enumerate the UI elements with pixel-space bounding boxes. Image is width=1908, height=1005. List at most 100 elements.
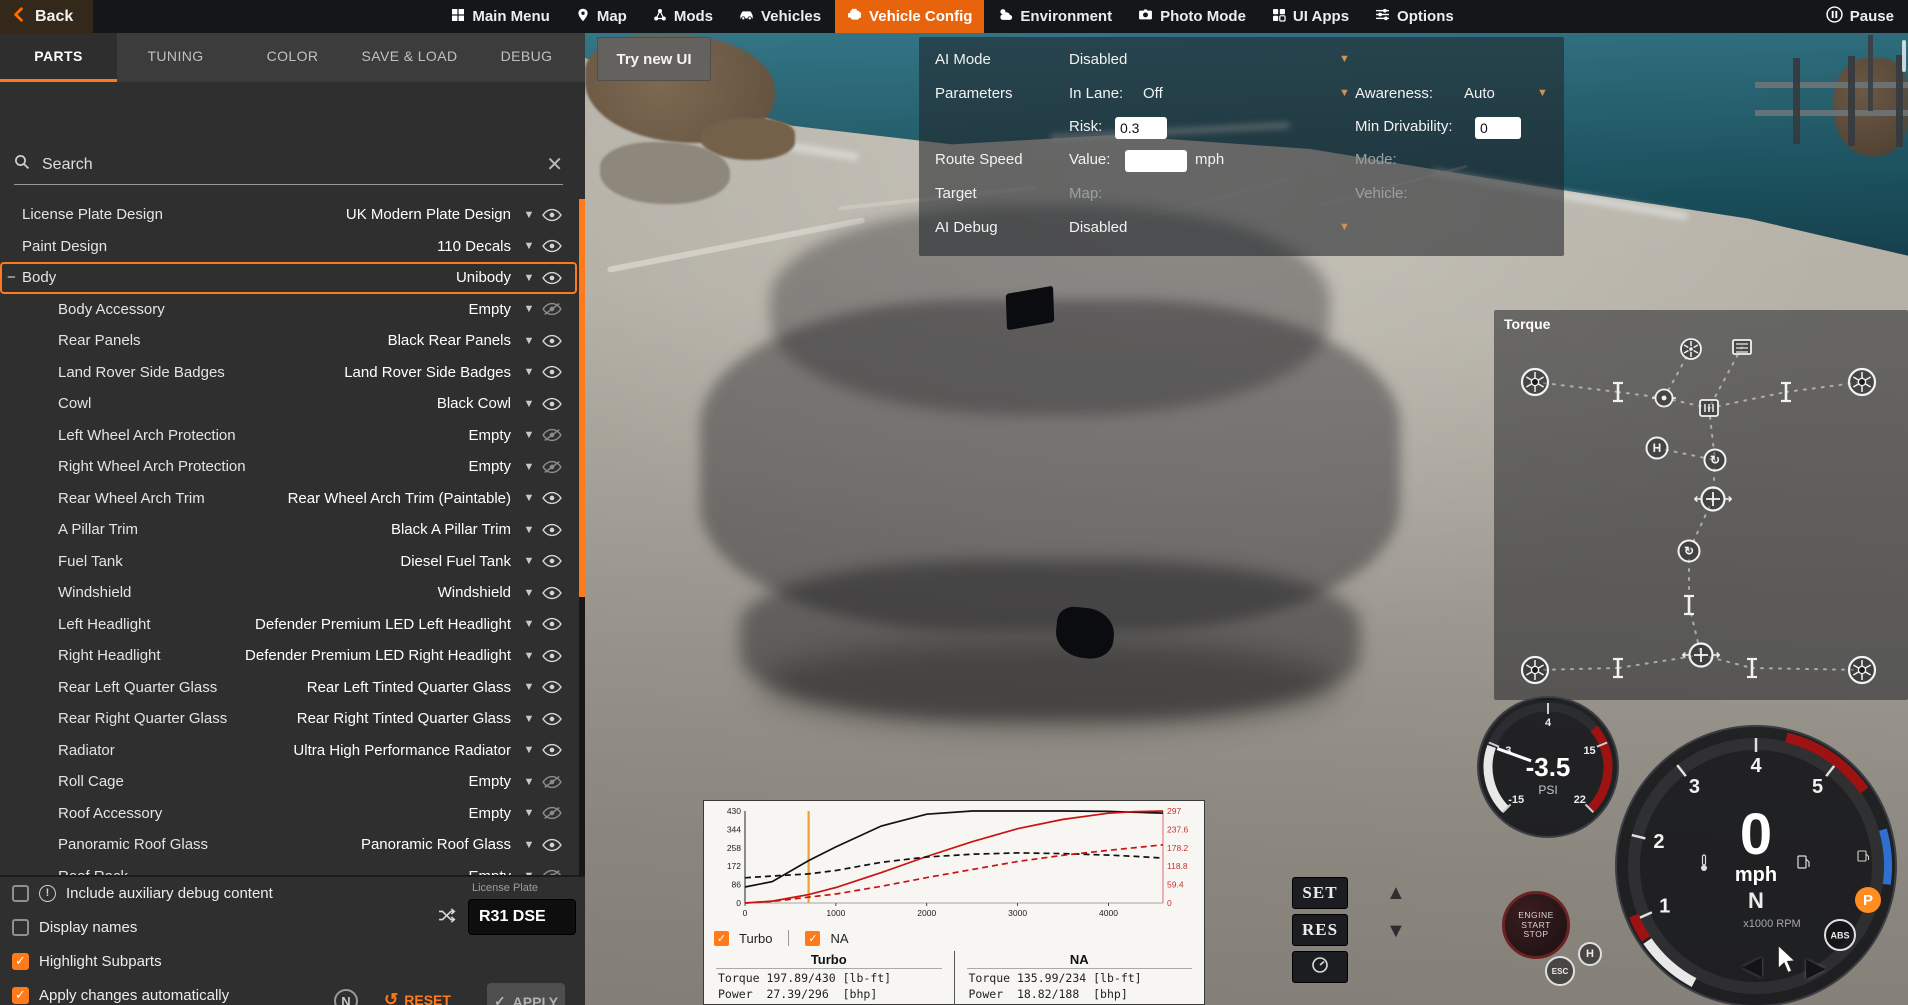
- part-row-body[interactable]: − Body Unibody ▼: [0, 262, 577, 294]
- chevron-down-icon[interactable]: ▼: [521, 776, 537, 788]
- part-value-dropdown[interactable]: Black A Pillar Trim: [391, 521, 511, 538]
- part-row-rear-wheel-arch-trim[interactable]: Rear Wheel Arch Trim Rear Wheel Arch Trim…: [0, 483, 577, 515]
- option-display-names[interactable]: Display names: [12, 915, 137, 939]
- parts-scrollbar-thumb[interactable]: [579, 199, 585, 597]
- min-drivability-input[interactable]: [1475, 117, 1521, 139]
- part-value-dropdown[interactable]: Panoramic Roof Glass: [361, 836, 511, 853]
- part-value-dropdown[interactable]: Empty: [468, 773, 511, 790]
- chevron-down-icon[interactable]: ▼: [521, 650, 537, 662]
- center-coupler-icon[interactable]: ↻: [1677, 539, 1701, 563]
- chevron-down-icon[interactable]: ▼: [521, 492, 537, 504]
- eye-off-icon[interactable]: [537, 775, 567, 789]
- menu-item-vehicle-config[interactable]: Vehicle Config: [835, 0, 985, 33]
- eye-icon[interactable]: [537, 680, 567, 694]
- search-input[interactable]: [42, 155, 535, 174]
- try-new-ui-button[interactable]: Try new UI: [597, 37, 711, 81]
- tab-color[interactable]: COLOR: [234, 33, 351, 82]
- part-row-rear-left-quarter-glass[interactable]: Rear Left Quarter Glass Rear Left Tinted …: [0, 672, 577, 704]
- parts-search[interactable]: ✕: [14, 145, 563, 185]
- option-apply-changes-automatically[interactable]: ✓ Apply changes automatically: [12, 983, 229, 1005]
- chevron-down-icon[interactable]: ▼: [521, 839, 537, 851]
- part-value-dropdown[interactable]: Rear Right Tinted Quarter Glass: [297, 710, 511, 727]
- part-value-dropdown[interactable]: Black Rear Panels: [388, 332, 511, 349]
- apply-button[interactable]: ✓ APPLY: [487, 983, 565, 1005]
- chevron-down-icon[interactable]: ▼: [1339, 53, 1350, 65]
- chevron-down-icon[interactable]: ▼: [521, 618, 537, 630]
- checkbox[interactable]: [12, 918, 29, 936]
- front-differential-icon[interactable]: [1694, 486, 1732, 512]
- part-row-right-wheel-arch-protection[interactable]: Right Wheel Arch Protection Empty ▼: [0, 451, 577, 483]
- part-value-dropdown[interactable]: Empty: [468, 427, 511, 444]
- cruise-set-button[interactable]: SET: [1292, 877, 1348, 909]
- eye-icon[interactable]: [537, 271, 567, 285]
- chevron-down-icon[interactable]: ▼: [521, 681, 537, 693]
- part-row-body-accessory[interactable]: Body Accessory Empty ▼: [0, 294, 577, 326]
- supercharger-fan-icon[interactable]: [1680, 338, 1702, 360]
- eye-icon[interactable]: [537, 743, 567, 757]
- part-row-license-plate-design[interactable]: License Plate Design UK Modern Plate Desi…: [0, 199, 577, 231]
- chevron-down-icon[interactable]: ▼: [1339, 87, 1350, 99]
- part-value-dropdown[interactable]: 110 Decals: [437, 238, 511, 255]
- part-row-cowl[interactable]: Cowl Black Cowl ▼: [0, 388, 577, 420]
- part-row-a-pillar-trim[interactable]: A Pillar Trim Black A Pillar Trim ▼: [0, 514, 577, 546]
- engine-start-stop-button[interactable]: ENGINE START STOP: [1502, 891, 1570, 959]
- handbrake-icon[interactable]: H: [1645, 436, 1669, 460]
- route-speed-input[interactable]: [1125, 150, 1187, 172]
- menu-item-main-menu[interactable]: Main Menu: [439, 0, 562, 33]
- part-value-dropdown[interactable]: UK Modern Plate Design: [346, 206, 511, 223]
- eye-off-icon[interactable]: [537, 806, 567, 820]
- part-value-dropdown[interactable]: Empty: [468, 458, 511, 475]
- eye-icon[interactable]: [537, 838, 567, 852]
- part-row-rear-panels[interactable]: Rear Panels Black Rear Panels ▼: [0, 325, 577, 357]
- checkbox[interactable]: ✓: [12, 952, 29, 970]
- clear-search-icon[interactable]: ✕: [546, 155, 563, 175]
- tab-tuning[interactable]: TUNING: [117, 33, 234, 82]
- driveshaft-icon[interactable]: [1684, 594, 1694, 616]
- eye-icon[interactable]: [537, 334, 567, 348]
- collapse-icon[interactable]: −: [7, 269, 16, 286]
- option-include-auxiliary-debug-content[interactable]: ! Include auxiliary debug content: [12, 881, 273, 905]
- torque-converter-icon[interactable]: ↻: [1703, 448, 1727, 472]
- randomize-plate-button[interactable]: [434, 905, 460, 931]
- eye-icon[interactable]: [537, 649, 567, 663]
- chevron-down-icon[interactable]: ▼: [521, 744, 537, 756]
- part-value-dropdown[interactable]: Empty: [468, 805, 511, 822]
- part-row-land-rover-side-badges[interactable]: Land Rover Side Badges Land Rover Side Ba…: [0, 357, 577, 389]
- part-row-panoramic-roof-glass[interactable]: Panoramic Roof Glass Panoramic Roof Glass…: [0, 829, 577, 861]
- cruise-gauge-button[interactable]: [1292, 951, 1348, 983]
- eye-off-icon[interactable]: [537, 460, 567, 474]
- chevron-down-icon[interactable]: ▼: [521, 807, 537, 819]
- part-row-left-headlight[interactable]: Left Headlight Defender Premium LED Left …: [0, 609, 577, 641]
- part-value-dropdown[interactable]: Land Rover Side Badges: [344, 364, 511, 381]
- front-right-halfshaft-icon[interactable]: [1781, 381, 1791, 403]
- chevron-down-icon[interactable]: ▼: [521, 240, 537, 252]
- legend-checkbox-na[interactable]: ✓: [805, 930, 821, 946]
- chevron-down-icon[interactable]: ▼: [1339, 221, 1350, 233]
- part-row-roll-cage[interactable]: Roll Cage Empty ▼: [0, 766, 577, 798]
- radiator-icon[interactable]: [1732, 339, 1752, 355]
- part-value-dropdown[interactable]: Windshield: [438, 584, 511, 601]
- eye-icon[interactable]: [537, 239, 567, 253]
- eye-icon[interactable]: [537, 554, 567, 568]
- eye-icon[interactable]: [537, 397, 567, 411]
- pause-button[interactable]: Pause: [1812, 0, 1908, 33]
- chevron-down-icon[interactable]: ▼: [521, 272, 537, 284]
- part-value-dropdown[interactable]: Empty: [468, 301, 511, 318]
- eye-icon[interactable]: [537, 712, 567, 726]
- eye-icon[interactable]: [537, 523, 567, 537]
- gearbox-icon[interactable]: [1699, 399, 1719, 417]
- license-plate-input[interactable]: [468, 899, 576, 935]
- part-row-paint-design[interactable]: Paint Design 110 Decals ▼: [0, 231, 577, 263]
- eye-icon[interactable]: [537, 617, 567, 631]
- part-row-windshield[interactable]: Windshield Windshield ▼: [0, 577, 577, 609]
- part-row-fuel-tank[interactable]: Fuel Tank Diesel Fuel Tank ▼: [0, 546, 577, 578]
- part-value-dropdown[interactable]: Defender Premium LED Left Headlight: [255, 616, 511, 633]
- part-value-dropdown[interactable]: Rear Left Tinted Quarter Glass: [307, 679, 511, 696]
- part-value-dropdown[interactable]: Defender Premium LED Right Headlight: [245, 647, 511, 664]
- eye-icon[interactable]: [537, 365, 567, 379]
- chevron-down-icon[interactable]: ▼: [521, 524, 537, 536]
- part-row-roof-rack[interactable]: Roof RackEmpty▼: [0, 861, 577, 875]
- legend-checkbox-turbo[interactable]: ✓: [714, 930, 729, 946]
- chevron-down-icon[interactable]: ▼: [521, 335, 537, 347]
- chevron-down-icon[interactable]: ▼: [521, 429, 537, 441]
